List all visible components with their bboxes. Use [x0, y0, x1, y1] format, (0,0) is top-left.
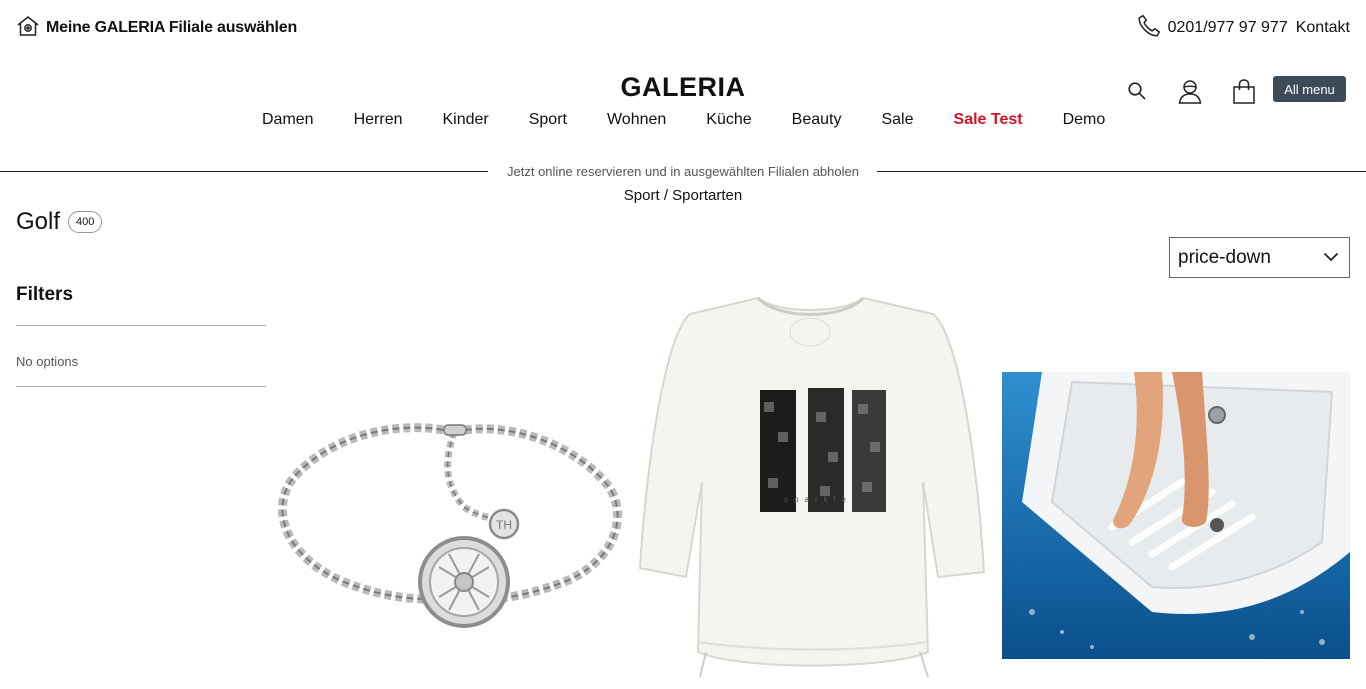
- top-bar: Meine GALERIA Filiale auswählen 0201/977…: [0, 0, 1366, 56]
- page-title: Golf: [16, 208, 61, 235]
- nav-item-sale[interactable]: Sale: [881, 108, 913, 132]
- store-select-label: Meine GALERIA Filiale auswählen: [46, 19, 298, 36]
- phone-icon: [1136, 13, 1162, 44]
- contact-area: 0201/977 97 977 Kontakt: [1136, 13, 1350, 44]
- search-button[interactable]: [1125, 78, 1149, 108]
- filters-panel: Filters No options: [16, 284, 266, 387]
- chevron-down-icon: [1323, 249, 1339, 267]
- svg-text:TH: TH: [496, 518, 512, 532]
- account-button[interactable]: [1175, 78, 1205, 108]
- nav-item-damen[interactable]: Damen: [262, 108, 314, 132]
- contact-link[interactable]: Kontakt: [1296, 19, 1350, 37]
- main-nav: Damen Herren Kinder Sport Wohnen Küche Beauty S…: [262, 108, 1145, 132]
- store-select-link[interactable]: Meine GALERIA Filiale auswählen: [16, 15, 297, 41]
- filters-title: Filters: [16, 284, 74, 305]
- search-icon: [1127, 81, 1147, 106]
- nav-item-küche[interactable]: Küche: [706, 108, 751, 132]
- nav-item-herren[interactable]: Herren: [354, 108, 403, 132]
- cart-icon: [1230, 77, 1258, 110]
- product-card[interactable]: [1002, 292, 1350, 689]
- svg-text:sparkle: sparkle: [784, 495, 852, 504]
- cart-button[interactable]: [1229, 78, 1259, 108]
- sort-select[interactable]: price-down: [1169, 237, 1350, 278]
- banner-text: Jetzt online reservieren und in ausgewäh…: [499, 164, 867, 179]
- white-shirt-image: sparkle: [638, 292, 986, 689]
- filters-divider: [16, 386, 266, 387]
- sort-value: price-down: [1178, 246, 1271, 268]
- nav-item-demo[interactable]: Demo: [1063, 108, 1106, 132]
- nav-item-kinder[interactable]: Kinder: [442, 108, 488, 132]
- nav-item-wohnen[interactable]: Wohnen: [607, 108, 666, 132]
- silver-bracelet-image: TH: [274, 292, 622, 689]
- banner-text-wrap: Jetzt online reservieren und in ausgewäh…: [0, 164, 1366, 179]
- product-card[interactable]: sparkle: [638, 292, 986, 689]
- phone-number-link[interactable]: 0201/977 97 977: [1168, 19, 1288, 37]
- nav-item-beauty[interactable]: Beauty: [792, 108, 842, 132]
- result-count-badge: 400: [68, 211, 103, 233]
- user-icon: [1176, 77, 1204, 110]
- bathtub-mat-image: [1002, 292, 1350, 689]
- reservation-banner: Jetzt online reservieren und in ausgewäh…: [0, 162, 1366, 182]
- home-icon: [16, 14, 40, 43]
- nav-item-sale-test[interactable]: Sale Test: [954, 108, 1023, 132]
- product-card[interactable]: TH: [274, 292, 622, 689]
- nav-item-sport[interactable]: Sport: [529, 108, 567, 132]
- filters-empty-text: No options: [16, 354, 79, 369]
- breadcrumb[interactable]: Sport / Sportarten: [0, 187, 1366, 204]
- header-icons: [1125, 78, 1259, 108]
- category-header: Golf 400: [16, 208, 103, 236]
- all-menu-button[interactable]: All menu: [1273, 76, 1346, 102]
